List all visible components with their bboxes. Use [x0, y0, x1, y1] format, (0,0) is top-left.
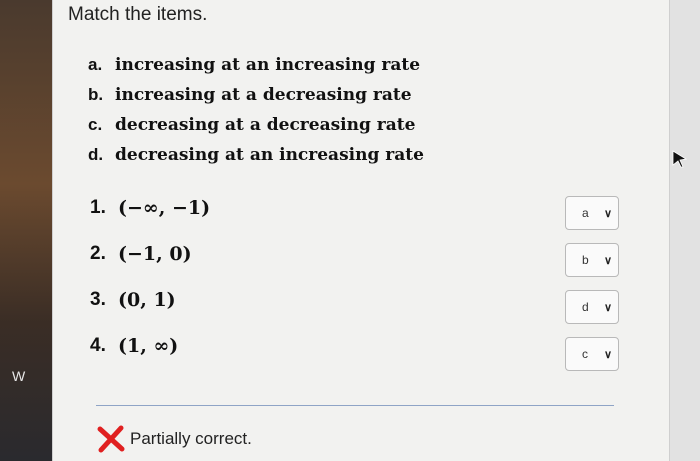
feedback-status: Partially correct.: [130, 429, 252, 448]
item-list: a. increasing at an increasing rate b. i…: [88, 50, 424, 170]
divider: [96, 405, 614, 406]
background-right: [670, 0, 700, 461]
interval-row: 1. (−∞, −1): [90, 185, 210, 231]
question-prompt: Match the items.: [68, 4, 208, 25]
chevron-down-icon: ∨: [603, 348, 612, 361]
feedback: Partially correct.: [96, 424, 252, 454]
answer-select-4[interactable]: c ∨: [565, 337, 619, 371]
interval-number: 4.: [90, 335, 106, 356]
selected-value: d: [582, 300, 589, 314]
item-text: decreasing at a decreasing rate: [115, 115, 416, 135]
interval-value: (−1, 0): [118, 243, 192, 265]
selected-value: c: [582, 347, 588, 361]
item-text: increasing at a decreasing rate: [115, 85, 412, 105]
list-item: c. decreasing at a decreasing rate: [88, 110, 424, 140]
item-letter: b.: [88, 85, 104, 104]
background-photo-left: W: [0, 0, 60, 461]
interval-row: 2. (−1, 0): [90, 231, 210, 277]
mouse-cursor-icon: [672, 150, 688, 168]
answer-select-2[interactable]: b ∨: [565, 243, 619, 277]
interval-value: (1, ∞): [118, 335, 179, 357]
answer-select-1[interactable]: a ∨: [565, 196, 619, 230]
interval-number: 1.: [90, 197, 106, 218]
interval-value: (0, 1): [118, 289, 176, 311]
item-letter: c.: [88, 115, 103, 134]
answer-selects: a ∨ b ∨ d ∨ c ∨: [565, 196, 619, 384]
answer-select-3[interactable]: d ∨: [565, 290, 619, 324]
chevron-down-icon: ∨: [603, 207, 612, 220]
list-item: a. increasing at an increasing rate: [88, 50, 424, 80]
item-text: increasing at an increasing rate: [115, 55, 421, 75]
interval-list: 1. (−∞, −1) 2. (−1, 0) 3. (0, 1) 4. (1, …: [90, 185, 210, 369]
interval-row: 3. (0, 1): [90, 277, 210, 323]
list-item: d. decreasing at an increasing rate: [88, 140, 424, 170]
interval-row: 4. (1, ∞): [90, 323, 210, 369]
chevron-down-icon: ∨: [603, 254, 612, 267]
selected-value: b: [582, 253, 589, 267]
background-edge-text: W: [12, 368, 26, 384]
item-letter: a.: [88, 55, 103, 74]
x-mark-icon: [97, 425, 125, 453]
interval-value: (−∞, −1): [118, 197, 211, 219]
list-item: b. increasing at a decreasing rate: [88, 80, 424, 110]
interval-number: 2.: [90, 243, 106, 264]
selected-value: a: [582, 206, 589, 220]
item-text: decreasing at an increasing rate: [115, 145, 424, 165]
item-letter: d.: [88, 145, 104, 164]
interval-number: 3.: [90, 289, 106, 310]
chevron-down-icon: ∨: [603, 301, 612, 314]
